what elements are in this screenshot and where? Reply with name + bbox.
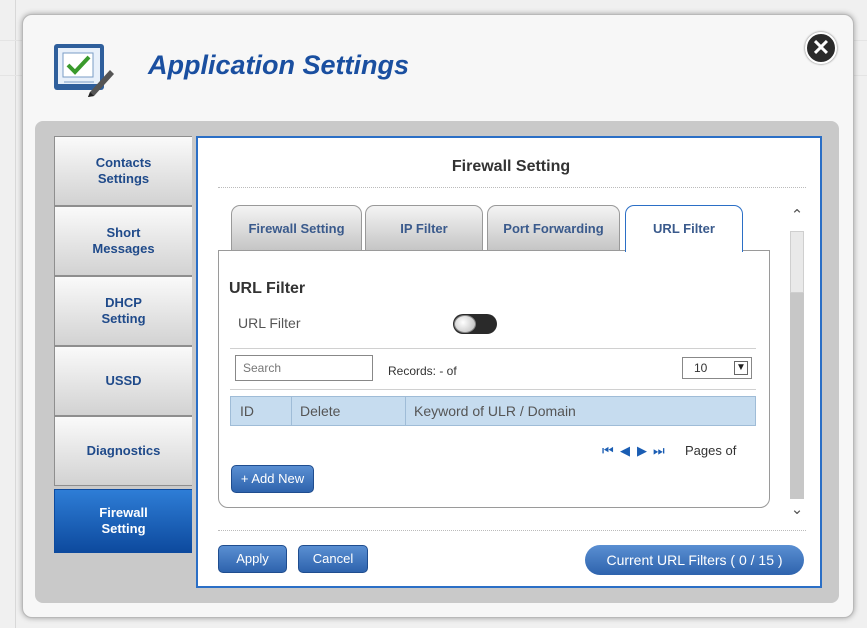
scroll-down-icon[interactable]: ⌄ [788,499,806,521]
sidebar-item-label: Short Messages [92,225,155,256]
tab-url-filter[interactable]: URL Filter [625,205,743,252]
url-filter-count-badge: Current URL Filters ( 0 / 15 ) [585,545,804,575]
cancel-button[interactable]: Cancel [298,545,368,573]
tab-ip-filter[interactable]: IP Filter [365,205,483,251]
last-page-icon[interactable]: ⏭ [653,443,665,459]
apply-button[interactable]: Apply [218,545,287,573]
first-page-icon[interactable]: ⏮ [602,443,614,459]
url-filter-toggle-label: URL Filter [238,315,301,331]
tab-port-forwarding[interactable]: Port Forwarding [487,205,620,251]
sidebar-item-label: USSD [105,373,142,388]
scrollbar[interactable]: ⌃ ⌄ [788,205,806,523]
next-page-icon[interactable]: ▶ [637,443,647,459]
section-title: URL Filter [229,280,306,297]
scroll-up-icon[interactable]: ⌃ [788,205,806,227]
sidebar-item-label: Diagnostics [86,443,161,458]
settings-checklist-icon [54,44,114,97]
records-count: Records: - of [388,364,457,378]
sidebar-item-dhcp-setting[interactable]: DHCP Setting [54,276,192,346]
page-size-value: 10 [694,361,708,375]
close-icon[interactable]: ✕ [805,32,837,64]
title-divider [218,187,806,188]
sidebar-item-firewall-setting[interactable]: Firewall Setting [54,489,192,553]
sidebar-item-short-messages[interactable]: Short Messages [54,206,192,276]
sidebar-item-ussd[interactable]: USSD [54,346,192,416]
footer-divider [218,530,806,531]
sidebar-item-contacts-settings[interactable]: Contacts Settings [54,136,192,206]
prev-page-icon[interactable]: ◀ [620,443,630,459]
table-header: ID Delete Keyword of ULR / Domain [230,396,756,426]
column-header-keyword: Keyword of ULR / Domain [414,403,576,419]
column-header-id: ID [240,403,254,419]
sidebar-item-label: Firewall Setting [99,505,148,536]
toggle-knob [454,315,476,333]
column-header-delete: Delete [300,403,341,419]
url-filter-toggle[interactable] [453,314,497,334]
page-size-select[interactable]: 10 ▼ [682,357,752,379]
sidebar-item-label: Contacts Settings [95,155,152,186]
search-input[interactable] [235,355,373,381]
sidebar-item-label: DHCP Setting [101,295,146,326]
tab-firewall-setting[interactable]: Firewall Setting [231,205,362,251]
panel-title: Firewall Setting [451,158,571,175]
sidebar-item-diagnostics[interactable]: Diagnostics [54,416,192,486]
pages-text: Pages of [685,443,737,458]
app-title: Application Settings [148,50,410,80]
scroll-thumb[interactable] [790,231,804,293]
add-new-button[interactable]: + Add New [231,465,314,493]
chevron-down-icon: ▼ [734,361,748,375]
